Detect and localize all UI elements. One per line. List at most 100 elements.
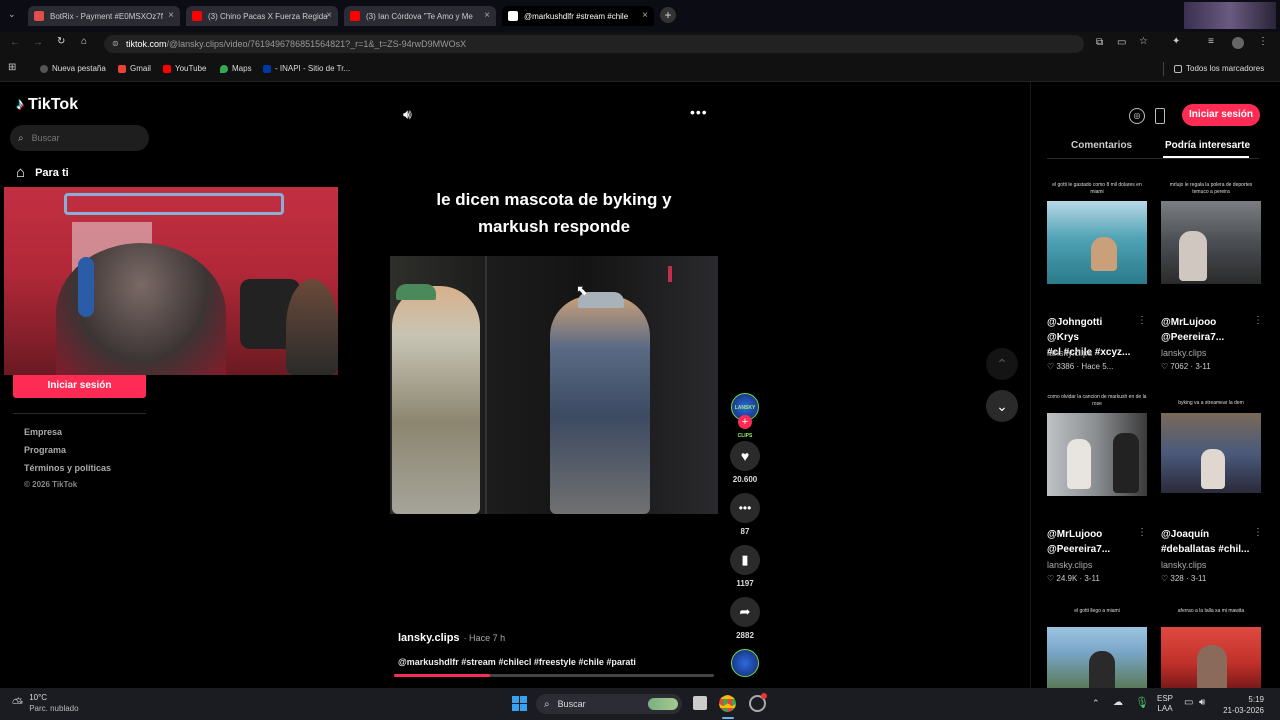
start-button[interactable]	[512, 696, 527, 711]
media-icon[interactable]: ≡	[1208, 36, 1214, 47]
bookmark-label: Nueva pestaña	[52, 64, 106, 73]
sidebar: ♪ TikTok ⌕ Buscar ⌂ Para ti Iniciar sesi…	[0, 82, 180, 688]
more-icon[interactable]: ⋮	[1137, 315, 1147, 326]
new-tab-button[interactable]: +	[660, 7, 676, 23]
explore-icon[interactable]: ◎	[1129, 108, 1145, 124]
profile-icon[interactable]	[1232, 37, 1244, 49]
card-title: el gotti llego a miami	[1074, 608, 1120, 614]
tab-search-icon[interactable]: ⌄	[8, 9, 16, 20]
more-options-icon[interactable]: •••	[690, 104, 708, 120]
thumb-figure	[1179, 231, 1207, 281]
tab-comments[interactable]: Comentarios	[1071, 140, 1132, 151]
video-thumbnail[interactable]	[1161, 627, 1261, 688]
back-icon[interactable]: ←	[10, 37, 20, 48]
onedrive-icon[interactable]: ☁︎	[1113, 697, 1123, 708]
follow-button[interactable]: +	[738, 415, 752, 429]
search-input[interactable]: ⌕ Buscar	[10, 125, 149, 151]
footer-link-company[interactable]: Empresa	[24, 427, 62, 437]
volume-icon[interactable]: 🔊︎	[1199, 697, 1205, 708]
network-icon[interactable]: ▭	[1184, 697, 1193, 708]
close-icon[interactable]: ×	[326, 10, 332, 21]
footer-link-program[interactable]: Programa	[24, 445, 66, 455]
share-action[interactable]: ➦ 2882	[730, 597, 760, 640]
bookmark-gmail[interactable]: Gmail	[118, 64, 151, 73]
video-thumbnail[interactable]	[1047, 627, 1147, 688]
save-action[interactable]: ▮ 1197	[730, 545, 760, 588]
tags-line: @MrLujooo	[1047, 529, 1103, 540]
apps-icon[interactable]: ⊞	[8, 62, 16, 73]
bookmark-star-icon[interactable]: ☆	[1139, 36, 1148, 47]
close-icon[interactable]: ×	[642, 10, 648, 21]
tab-tiktok[interactable]: @markushdlfr #stream #chile ×	[502, 6, 654, 26]
home-icon[interactable]: ⌂	[81, 36, 87, 47]
sidebar-divider	[13, 413, 146, 414]
taskbar-search-label: Buscar	[557, 699, 586, 709]
card-tags[interactable]: @MrLujooo @Peereira7...	[1047, 527, 1137, 557]
like-action[interactable]: ♥ 20.600	[730, 441, 760, 484]
card-tags[interactable]: @MrLujooo @Peereira7...	[1161, 315, 1251, 345]
translate-icon[interactable]: ⧉	[1096, 37, 1103, 48]
footer-link-terms[interactable]: Términos y políticas	[24, 463, 111, 473]
video-thumbnail[interactable]	[1161, 201, 1261, 284]
url-bar[interactable]: ⊜ tiktok.com /@lansky.clips/video/761949…	[104, 35, 1084, 53]
chrome-icon[interactable]	[718, 694, 737, 713]
tab-youtube-1[interactable]: (3) Chino Pacas X Fuerza Regida ×	[186, 6, 338, 26]
heart-icon[interactable]: ♥	[730, 441, 760, 471]
video-frame[interactable]: ⬉	[390, 256, 718, 514]
microphone-icon[interactable]: 🎙︎	[1135, 696, 1149, 709]
video-thumbnail[interactable]	[1161, 413, 1261, 493]
video-thumbnail[interactable]	[1047, 413, 1147, 496]
tiktok-logo[interactable]: ♪ TikTok	[16, 96, 78, 114]
video-progress-bar[interactable]	[394, 674, 714, 677]
card-user[interactable]: lansky.clips	[1047, 560, 1092, 570]
chevron-up-icon[interactable]: ⌃	[1092, 698, 1100, 709]
card-tags[interactable]: @Joaquín #deballatas #chil...	[1161, 527, 1251, 557]
language-indicator[interactable]: ESP LAA	[1157, 694, 1173, 714]
more-icon[interactable]: ⋮	[1137, 527, 1147, 538]
taskbar-search[interactable]: ⌕ Buscar	[536, 694, 682, 714]
tab-botrix[interactable]: BotRix - Payment #E0MSXOz7f ×	[28, 6, 180, 26]
menu-icon[interactable]: ⋮	[1258, 36, 1268, 47]
comment-action[interactable]: ••• 87	[730, 493, 760, 536]
profile-banner	[1184, 2, 1276, 29]
weather-widget[interactable]: ⛅︎ 10°C Parc. nublado	[12, 692, 79, 714]
video-thumbnail[interactable]	[1047, 201, 1147, 284]
share-icon[interactable]: ➦	[730, 597, 760, 627]
forward-icon[interactable]: →	[33, 37, 43, 48]
volume-icon[interactable]: 🔊︎	[403, 106, 412, 123]
close-icon[interactable]: ×	[168, 10, 174, 21]
card-user[interactable]: lansky.clips	[1161, 348, 1206, 358]
extensions-icon[interactable]: ✦	[1172, 36, 1180, 47]
more-icon[interactable]: ⋮	[1253, 315, 1263, 326]
next-video-button[interactable]: ⌄	[986, 390, 1018, 422]
card-user[interactable]: lansky.clips	[1047, 348, 1092, 358]
site-info-icon[interactable]: ⊜	[112, 39, 119, 48]
login-button[interactable]: Iniciar sesión	[13, 373, 146, 398]
previous-video-button[interactable]: ⌃	[986, 348, 1018, 380]
video-caption-overlay: le dicen mascota de byking y markush res…	[390, 186, 718, 240]
comment-icon[interactable]: •••	[730, 493, 760, 523]
sidebar-item-for-you[interactable]: ⌂ Para ti	[16, 164, 69, 181]
bookmark-youtube[interactable]: YouTube	[163, 64, 206, 73]
sidebar-item-label: Para ti	[35, 166, 69, 179]
tab-youtube-2[interactable]: (3) Ian Córdova "Te Amo y Me ×	[344, 6, 496, 26]
close-icon[interactable]: ×	[484, 10, 490, 21]
youtube-favicon-icon	[192, 11, 202, 21]
bookmark-icon[interactable]: ▮	[730, 545, 760, 575]
bookmark-maps[interactable]: Maps	[220, 64, 252, 73]
tab-suggested[interactable]: Podría interesarte	[1165, 140, 1250, 151]
bookmark-all[interactable]: Todos los marcadores	[1174, 64, 1264, 73]
card-user[interactable]: lansky.clips	[1161, 560, 1206, 570]
header-login-button[interactable]: Iniciar sesión	[1182, 104, 1260, 126]
author-name[interactable]: lansky.clips	[398, 632, 460, 645]
more-icon[interactable]: ⋮	[1253, 527, 1263, 538]
clock[interactable]: 5:19 21-03-2026	[1216, 694, 1264, 716]
cast-icon[interactable]: ▭	[1117, 37, 1126, 48]
bookmark-new-tab[interactable]: Nueva pestaña	[40, 64, 106, 73]
task-view-icon[interactable]	[693, 696, 707, 710]
device-icon[interactable]	[1155, 108, 1165, 124]
reload-icon[interactable]: ↻	[57, 36, 65, 47]
hashtags[interactable]: @markushdlfr #stream #chilecl #freestyle…	[398, 657, 636, 667]
music-disc-icon[interactable]	[731, 649, 759, 677]
bookmark-inapi[interactable]: - INAPI - Sitio de Tr...	[263, 64, 350, 73]
